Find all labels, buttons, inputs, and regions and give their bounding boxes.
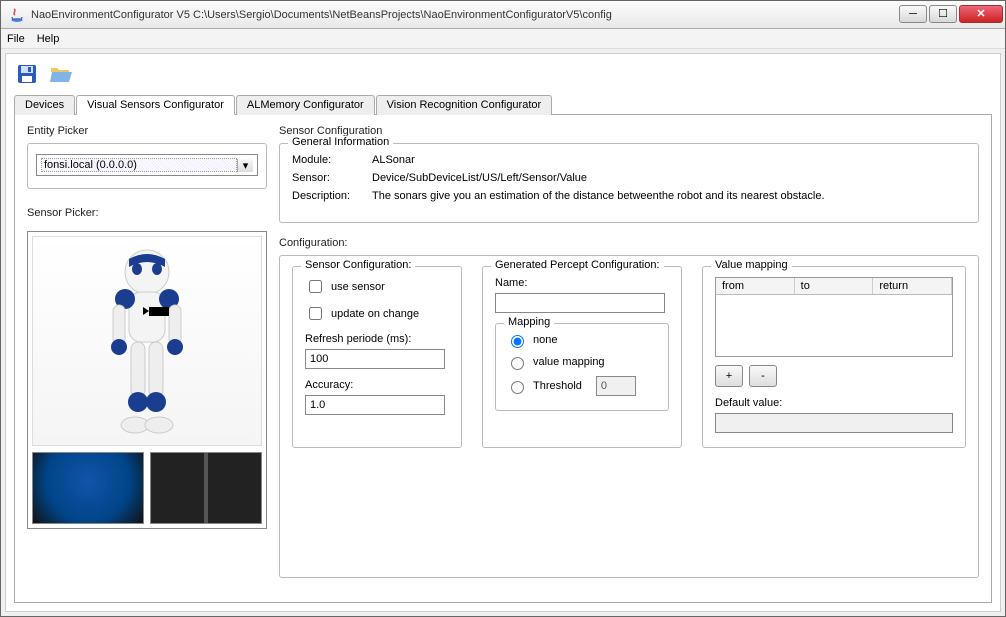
configuration-heading: Configuration: bbox=[279, 237, 979, 249]
sensor-label: Sensor: bbox=[292, 172, 372, 184]
tab-bar: Devices Visual Sensors Configurator ALMe… bbox=[14, 94, 992, 115]
update-on-change-checkbox[interactable]: update on change bbox=[305, 304, 449, 323]
sensor-value: Device/SubDeviceList/US/Left/Sensor/Valu… bbox=[372, 172, 587, 184]
config-row: Sensor Configuration: use sensor update … bbox=[292, 266, 966, 448]
tab-vision-recognition[interactable]: Vision Recognition Configurator bbox=[376, 95, 553, 115]
default-value-input bbox=[715, 413, 953, 433]
module-label: Module: bbox=[292, 154, 372, 166]
sensor-picker-box bbox=[27, 231, 267, 529]
chevron-down-icon: ▾ bbox=[237, 159, 253, 172]
col-return: return bbox=[873, 278, 952, 294]
maximize-button[interactable]: ☐ bbox=[929, 5, 957, 23]
window-buttons: ─ ☐ ✕ bbox=[897, 5, 1003, 25]
robot-feet-thumb[interactable] bbox=[150, 452, 262, 524]
description-value: The sonars give you an estimation of the… bbox=[372, 190, 825, 202]
percept-config-sub: Generated Percept Configuration: Name: M… bbox=[482, 266, 682, 448]
menubar: File Help bbox=[1, 29, 1005, 49]
entity-dropdown-value: fonsi.local (0.0.0.0) bbox=[41, 158, 237, 172]
general-info-fieldset: General Information Module:ALSonar Senso… bbox=[279, 143, 979, 223]
content-area: Devices Visual Sensors Configurator ALMe… bbox=[5, 53, 1001, 612]
save-button[interactable] bbox=[14, 61, 40, 87]
col-from: from bbox=[716, 278, 795, 294]
close-button[interactable]: ✕ bbox=[959, 5, 1003, 23]
tab-almemory[interactable]: ALMemory Configurator bbox=[236, 95, 375, 115]
mapping-sub: Mapping none value mapping Threshold bbox=[495, 323, 669, 411]
remove-row-button[interactable]: - bbox=[749, 365, 777, 387]
open-button[interactable] bbox=[48, 61, 74, 87]
value-mapping-sub: Value mapping from to return + - bbox=[702, 266, 966, 448]
folder-open-icon bbox=[49, 63, 73, 85]
left-column: Entity Picker fonsi.local (0.0.0.0) ▾ Se… bbox=[27, 125, 267, 592]
name-input[interactable] bbox=[495, 293, 665, 313]
add-row-button[interactable]: + bbox=[715, 365, 743, 387]
name-label: Name: bbox=[495, 277, 669, 289]
accuracy-label: Accuracy: bbox=[305, 379, 449, 391]
percept-config-legend: Generated Percept Configuration: bbox=[491, 259, 664, 271]
module-value: ALSonar bbox=[372, 154, 415, 166]
nao-robot-icon bbox=[87, 247, 207, 437]
app-window: NaoEnvironmentConfigurator V5 C:\Users\S… bbox=[0, 0, 1006, 617]
thumbnail-row bbox=[32, 452, 262, 524]
configuration-fieldset: Sensor Configuration: use sensor update … bbox=[279, 255, 979, 578]
value-mapping-table[interactable]: from to return bbox=[715, 277, 953, 357]
titlebar: NaoEnvironmentConfigurator V5 C:\Users\S… bbox=[1, 1, 1005, 29]
window-title: NaoEnvironmentConfigurator V5 C:\Users\S… bbox=[31, 9, 897, 21]
entity-picker-label: Entity Picker bbox=[27, 125, 267, 137]
table-buttons: + - bbox=[715, 365, 953, 387]
robot-head-thumb[interactable] bbox=[32, 452, 144, 524]
radio-threshold[interactable]: Threshold bbox=[506, 376, 658, 396]
java-icon bbox=[9, 7, 25, 23]
default-value-label: Default value: bbox=[715, 397, 953, 409]
sensor-picker-label: Sensor Picker: bbox=[27, 207, 267, 219]
tab-content: Entity Picker fonsi.local (0.0.0.0) ▾ Se… bbox=[14, 115, 992, 603]
value-mapping-legend: Value mapping bbox=[711, 259, 792, 271]
tab-devices[interactable]: Devices bbox=[14, 95, 75, 115]
robot-image[interactable] bbox=[32, 236, 262, 446]
refresh-label: Refresh periode (ms): bbox=[305, 333, 449, 345]
sensor-config-legend: Sensor Configuration: bbox=[301, 259, 415, 271]
tab-visual-sensors[interactable]: Visual Sensors Configurator bbox=[76, 95, 235, 115]
table-header: from to return bbox=[716, 278, 952, 295]
radio-value-mapping[interactable]: value mapping bbox=[506, 354, 658, 370]
toolbar bbox=[14, 58, 992, 90]
accuracy-input[interactable] bbox=[305, 395, 445, 415]
radio-none[interactable]: none bbox=[506, 332, 658, 348]
menu-help[interactable]: Help bbox=[37, 33, 60, 45]
mapping-legend: Mapping bbox=[504, 316, 554, 328]
minimize-button[interactable]: ─ bbox=[899, 5, 927, 23]
sensor-config-sub: Sensor Configuration: use sensor update … bbox=[292, 266, 462, 448]
refresh-input[interactable] bbox=[305, 349, 445, 369]
threshold-input bbox=[596, 376, 636, 396]
description-label: Description: bbox=[292, 190, 372, 202]
use-sensor-checkbox[interactable]: use sensor bbox=[305, 277, 449, 296]
menu-file[interactable]: File bbox=[7, 33, 25, 45]
right-column: Sensor Configuration General Information… bbox=[279, 125, 979, 592]
floppy-icon bbox=[16, 63, 38, 85]
entity-dropdown[interactable]: fonsi.local (0.0.0.0) ▾ bbox=[36, 154, 258, 176]
entity-picker-box: fonsi.local (0.0.0.0) ▾ bbox=[27, 143, 267, 189]
col-to: to bbox=[795, 278, 874, 294]
general-info-legend: General Information bbox=[288, 136, 393, 148]
